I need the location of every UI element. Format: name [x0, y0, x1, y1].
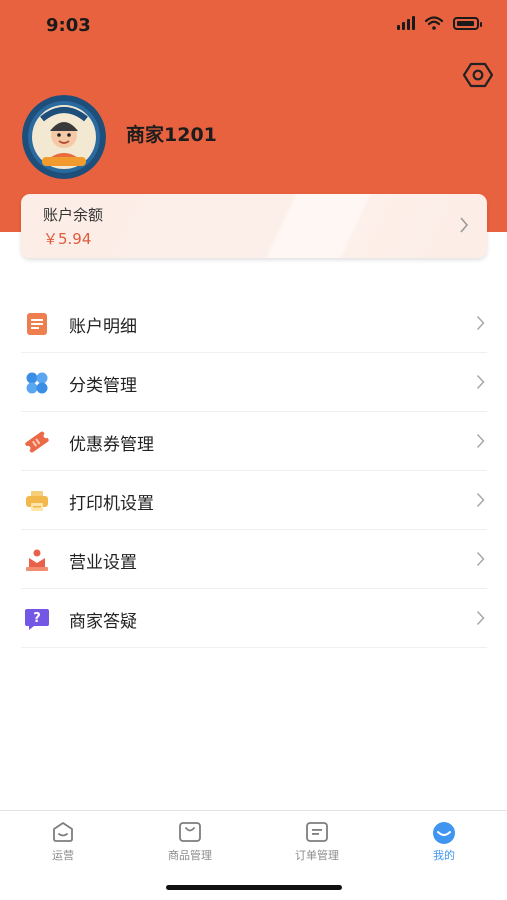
status-time: 9:03: [46, 15, 91, 36]
shopping-bag-icon: [179, 822, 201, 842]
menu-item-business-settings[interactable]: 营业设置: [21, 530, 487, 589]
operations-icon: [53, 822, 73, 842]
document-list-icon: [27, 313, 47, 335]
status-indicators: [397, 16, 482, 30]
chevron-right-icon: [476, 492, 485, 508]
tab-product-management[interactable]: 商品管理: [127, 811, 253, 871]
menu-item-label: 分类管理: [69, 376, 137, 396]
menu-item-label: 打印机设置: [69, 494, 154, 514]
chevron-right-icon: [476, 433, 485, 449]
order-icon: [306, 822, 328, 842]
tab-label: 订单管理: [295, 849, 339, 862]
balance-label: 账户余额: [43, 206, 104, 224]
menu-item-printer-settings[interactable]: 打印机设置: [21, 471, 487, 530]
menu-item-label: 优惠券管理: [69, 435, 154, 455]
tab-label: 我的: [433, 849, 455, 862]
menu-item-category-management[interactable]: 分类管理: [21, 353, 487, 412]
menu-item-label: 商家答疑: [69, 612, 137, 632]
menu-item-merchant-faq[interactable]: ? 商家答疑: [21, 589, 487, 648]
merchant-name: 商家1201: [126, 124, 217, 146]
settings-icon[interactable]: [463, 62, 493, 88]
printer-icon: [26, 491, 48, 511]
balance-value: ￥5.94: [43, 230, 92, 248]
tab-order-management[interactable]: 订单管理: [254, 811, 380, 871]
question-chat-icon: ?: [25, 609, 49, 630]
balance-card[interactable]: 账户余额 ￥5.94: [21, 194, 487, 258]
coupon-icon: [25, 431, 49, 453]
menu-item-label: 账户明细: [69, 317, 137, 337]
menu-item-label: 营业设置: [69, 553, 137, 573]
tab-mine[interactable]: 我的: [381, 811, 507, 871]
screen: 9:03 商家1201 账户余额 ￥5.94 账户明细 分类管理 优惠券管理 打…: [0, 0, 507, 900]
four-petal-category-icon: [26, 372, 48, 394]
menu-item-account-details[interactable]: 账户明细: [21, 294, 487, 353]
chevron-right-icon: [460, 217, 469, 233]
profile-smile-icon: [433, 822, 455, 844]
wifi-icon: [425, 16, 443, 30]
tab-label: 运营: [52, 849, 74, 862]
chevron-right-icon: [476, 610, 485, 626]
storefront-icon: [26, 549, 48, 571]
signal-icon: [397, 16, 415, 30]
menu-item-coupon-management[interactable]: 优惠券管理: [21, 412, 487, 471]
menu-list: 账户明细 分类管理 优惠券管理 打印机设置 营业设置 ? 商家答疑: [21, 294, 487, 648]
svg-text:?: ?: [33, 611, 41, 626]
tab-label: 商品管理: [168, 849, 212, 862]
home-indicator: [166, 885, 342, 890]
chevron-right-icon: [476, 374, 485, 390]
chevron-right-icon: [476, 551, 485, 567]
battery-icon: [453, 16, 482, 30]
avatar[interactable]: [22, 95, 106, 179]
tab-operations[interactable]: 运营: [0, 811, 126, 871]
chevron-right-icon: [476, 315, 485, 331]
